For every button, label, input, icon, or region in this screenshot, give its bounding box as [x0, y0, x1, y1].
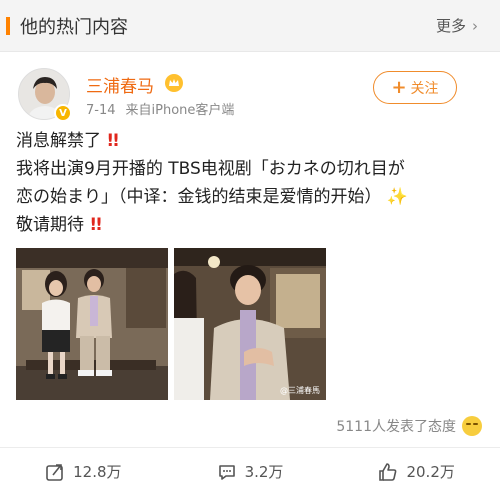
post-line-2: 我将出演9月开播的 TBS电视剧「おカネの切れ目が	[16, 159, 405, 179]
repost-count: 12.8万	[73, 463, 122, 481]
follow-label: 关注	[410, 80, 439, 97]
user-name[interactable]: 三浦春马	[86, 72, 154, 97]
post-line-1: 消息解禁了 !!	[16, 131, 120, 151]
comment-button[interactable]: 3.2万	[167, 448, 334, 495]
member-badge-icon[interactable]	[165, 74, 183, 92]
section-title: 他的热门内容	[20, 16, 128, 38]
more-label: 更多	[435, 17, 466, 35]
double-exclamation-icon: !!	[89, 215, 102, 235]
post-line-3: 恋の始まり」（中译：金钱的结束是爱情的开始） ✨	[16, 187, 409, 207]
emoji-icon	[462, 416, 482, 436]
post-meta: 7-14 来自iPhone客户端	[86, 99, 244, 118]
comment-icon	[218, 464, 235, 480]
like-icon	[379, 462, 397, 481]
more-link[interactable]: 更多 ›	[436, 15, 478, 36]
plus-icon: +	[391, 77, 407, 98]
section-header: 他的热门内容 更多 ›	[0, 0, 500, 52]
photo-watermark: @三浦春馬	[280, 386, 320, 395]
follow-button[interactable]: + 关注	[373, 71, 457, 104]
post-body: 消息解禁了 !! 我将出演9月开播的 TBS电视剧「おカネの切れ目が 恋の始まり…	[16, 127, 486, 239]
comment-count: 3.2万	[244, 463, 284, 481]
sparkles-icon: ✨	[386, 187, 409, 207]
post-source: 来自iPhone客户端	[125, 103, 235, 118]
section-accent-bar	[6, 16, 10, 35]
reactions-text: 5111人发表了态度	[336, 419, 456, 435]
verified-icon: V	[54, 104, 72, 122]
repost-icon	[46, 463, 63, 481]
post-photo-2[interactable]: @三浦春馬	[174, 248, 326, 400]
avatar[interactable]: V	[18, 68, 72, 122]
like-button[interactable]: 20.2万	[333, 448, 500, 495]
chevron-right-icon: ›	[472, 16, 478, 35]
double-exclamation-icon: !!	[106, 131, 119, 151]
post-photo-1[interactable]	[16, 248, 168, 400]
repost-button[interactable]: 12.8万	[0, 448, 167, 495]
like-count: 20.2万	[406, 463, 455, 481]
post-line-4: 敬请期待 !!	[16, 215, 103, 235]
action-bar: 12.8万 3.2万 20.2万	[0, 448, 500, 495]
reactions-summary[interactable]: 5111人发表了态度	[336, 416, 482, 436]
post-date: 7-14	[86, 103, 116, 118]
